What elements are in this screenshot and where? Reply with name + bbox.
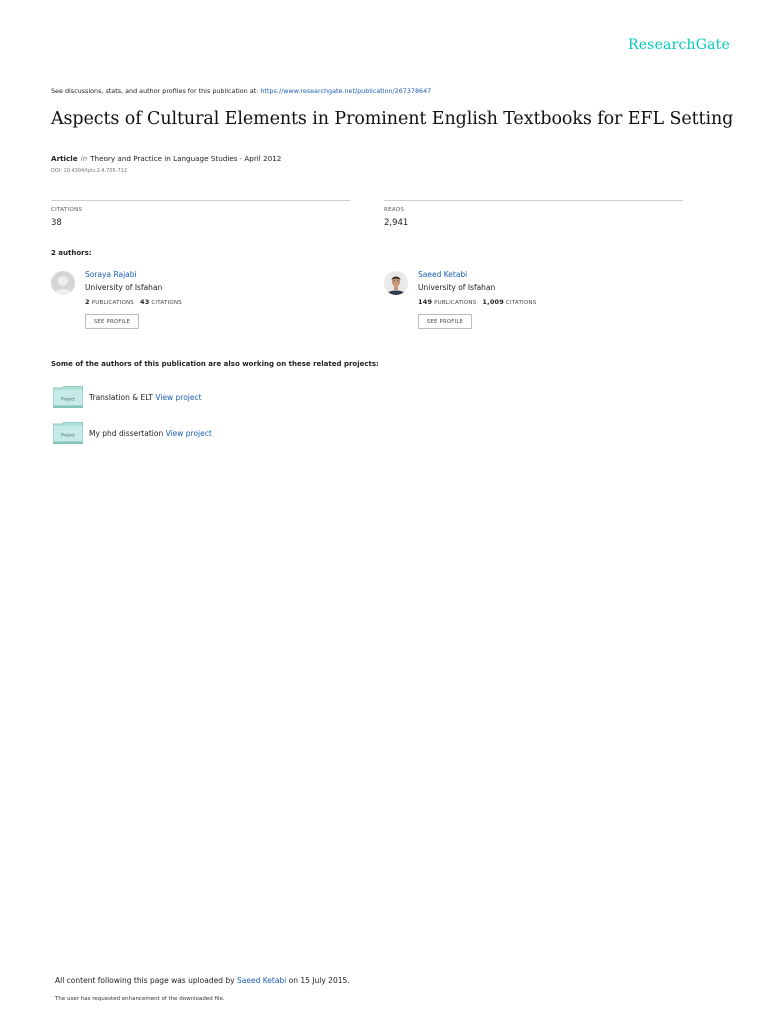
project-folder-icon: Project bbox=[53, 422, 83, 444]
view-project-link[interactable]: View project bbox=[155, 393, 201, 402]
publication-title: Aspects of Cultural Elements in Prominen… bbox=[51, 109, 734, 129]
project-icon-label: Project bbox=[61, 397, 75, 402]
author-photo-icon bbox=[384, 271, 408, 295]
project-folder-icon: Project bbox=[53, 386, 83, 408]
author-institution: University of Isfahan bbox=[85, 283, 163, 292]
project-icon-label: Project bbox=[61, 433, 75, 438]
author-citations-count: 1,009 bbox=[482, 298, 504, 306]
project-item: Translation & ELT View project bbox=[89, 393, 202, 402]
uploaded-suffix: on 15 July 2015. bbox=[286, 976, 350, 985]
citations-value: 38 bbox=[51, 218, 62, 228]
project-name: Translation & ELT bbox=[89, 393, 153, 402]
author-citations-label: CITATIONS bbox=[151, 300, 182, 306]
author-citations-count: 43 bbox=[139, 298, 150, 306]
author-name-link[interactable]: Soraya Rajabi bbox=[85, 270, 137, 279]
author-publications-count: 2 bbox=[85, 298, 90, 306]
author-avatar-placeholder[interactable] bbox=[51, 271, 75, 295]
publication-url-link[interactable]: https://www.researchgate.net/publication… bbox=[260, 87, 431, 95]
author-citations-label: CITATIONS bbox=[505, 300, 537, 306]
doi: DOI: 10.4304/tpls.2.4.705-712 bbox=[51, 168, 128, 174]
author-avatar-photo[interactable] bbox=[384, 271, 408, 295]
reads-divider bbox=[384, 200, 683, 201]
author-publications-count: 149 bbox=[418, 298, 433, 306]
uploaded-note: All content following this page was uplo… bbox=[55, 976, 350, 985]
journal-date: Theory and Practice in Language Studies … bbox=[90, 154, 282, 163]
see-profile-button[interactable]: SEE PROFILE bbox=[85, 314, 139, 329]
reads-value: 2,941 bbox=[384, 218, 409, 228]
related-projects-heading: Some of the authors of this publication … bbox=[51, 360, 379, 368]
author-publications-label: PUBLICATIONS bbox=[91, 300, 134, 306]
uploaded-prefix: All content following this page was uplo… bbox=[55, 976, 237, 985]
author-stats: 2 PUBLICATIONS 43 CITATIONS bbox=[85, 298, 182, 306]
enhancement-note: The user has requested enhancement of th… bbox=[55, 996, 225, 1002]
in-word: in bbox=[80, 154, 88, 163]
publication-meta: Article in Theory and Practice in Language… bbox=[51, 154, 281, 163]
author-name-link[interactable]: Saeed Ketabi bbox=[418, 270, 467, 279]
view-project-link[interactable]: View project bbox=[166, 429, 212, 438]
publication-type: Article bbox=[51, 154, 78, 163]
default-avatar-icon bbox=[51, 271, 75, 295]
researchgate-logo[interactable]: ResearchGate bbox=[628, 37, 730, 53]
discussion-line: See discussions, stats, and author profi… bbox=[51, 87, 431, 95]
authors-count: 2 authors: bbox=[51, 249, 92, 257]
author-institution: University of Isfahan bbox=[418, 283, 496, 292]
project-name: My phd dissertation bbox=[89, 429, 164, 438]
author-stats: 149 PUBLICATIONS 1,009 CITATIONS bbox=[418, 298, 536, 306]
author-publications-label: PUBLICATIONS bbox=[434, 300, 477, 306]
citations-label: CITATIONS bbox=[51, 207, 83, 213]
citations-divider bbox=[51, 200, 350, 201]
project-item: My phd dissertation View project bbox=[89, 429, 212, 438]
discussion-prefix: See discussions, stats, and author profi… bbox=[51, 87, 261, 95]
uploader-link[interactable]: Saeed Ketabi bbox=[237, 976, 286, 985]
see-profile-button[interactable]: SEE PROFILE bbox=[418, 314, 472, 329]
reads-label: READS bbox=[384, 207, 405, 213]
